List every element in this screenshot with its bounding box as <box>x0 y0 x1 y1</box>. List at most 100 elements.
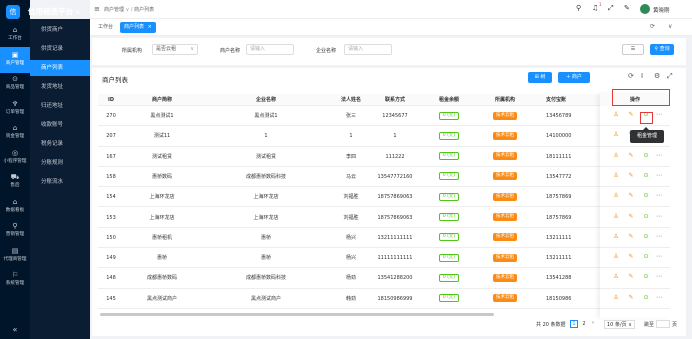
edit-icon[interactable]: ✎ <box>627 213 635 221</box>
more-icon[interactable]: ⋯ <box>655 192 663 200</box>
settings-icon[interactable]: ⚙ <box>654 72 660 80</box>
horizontal-scrollbar[interactable] <box>100 313 494 316</box>
rail-item-promo[interactable]: ⚲ 营销管理 <box>0 218 30 244</box>
collapse-icon[interactable]: « <box>0 325 30 334</box>
more-icon[interactable]: ⋯ <box>655 111 663 119</box>
refresh-icon[interactable]: ⟳ <box>650 23 655 30</box>
edit-icon[interactable]: ✎ <box>627 192 635 200</box>
promo-icon: ⚲ <box>12 222 18 230</box>
cell-company: 黑点测试商户 <box>250 295 281 302</box>
edit-icon[interactable]: ✎ <box>627 172 635 180</box>
org-tag: 技术云租 <box>493 294 517 303</box>
breadcrumb-item-merchant[interactable]: 商户管理 <box>104 7 124 13</box>
tree-button[interactable]: ⊞ 树 <box>528 72 552 83</box>
next-page-icon[interactable]: › <box>592 320 594 326</box>
page-size-select[interactable]: 10 条/页 ∨ <box>604 320 635 329</box>
user-icon[interactable]: ♙ <box>612 233 620 241</box>
column-height-icon[interactable]: Ⅰ <box>641 72 643 80</box>
rail-label: 工作台 <box>8 36 22 41</box>
menu-toggle-icon[interactable]: ≡ <box>94 5 100 13</box>
user-icon[interactable]: ♙ <box>612 172 620 180</box>
submenu-item[interactable]: 归还地址 <box>30 98 90 114</box>
pin-icon[interactable]: ★ <box>76 10 80 16</box>
submenu-item[interactable]: 分账规则 <box>30 155 90 171</box>
refresh-icon[interactable]: ⟳ <box>628 72 634 80</box>
goto-input[interactable] <box>656 320 670 328</box>
rent-manage-icon[interactable]: ⊙ <box>642 213 650 221</box>
rail-item-agent[interactable]: ▤ 代理商管理 <box>0 243 30 269</box>
cell-company: 成都惠桥数码科技 <box>245 173 286 180</box>
user-icon[interactable]: ♙ <box>612 294 620 302</box>
submenu-item[interactable]: 分账流水 <box>30 174 90 190</box>
submenu-item[interactable]: 税务记录 <box>30 136 90 152</box>
bell-icon[interactable]: ♫ <box>592 4 598 12</box>
rail-item-miniapp[interactable]: ◎ 小程序管理 <box>0 145 30 171</box>
user-icon[interactable]: ♙ <box>612 273 620 281</box>
highlight-box-small <box>640 112 653 124</box>
rail-item-goods[interactable]: ⊙ 商品管理 <box>0 71 30 97</box>
cell-legal: 马云 <box>345 173 356 180</box>
tab-merchant-list[interactable]: 商户列表 × <box>120 22 156 33</box>
rent-manage-icon[interactable]: ⊙ <box>642 273 650 281</box>
name-input[interactable]: 请输入 <box>246 44 294 55</box>
org-select[interactable]: 是否云租 ∨ <box>152 44 198 55</box>
more-icon[interactable]: ⋯ <box>655 273 663 281</box>
more-icon[interactable]: ⋯ <box>655 294 663 302</box>
more-icon[interactable]: ⋯ <box>655 172 663 180</box>
edit-icon[interactable]: ✎ <box>627 273 635 281</box>
submenu-item[interactable]: 供货商户 <box>30 22 90 38</box>
user-icon[interactable]: ♙ <box>612 192 620 200</box>
more-icon[interactable]: ⋯ <box>655 253 663 261</box>
submenu-item[interactable]: 发货地址 <box>30 79 90 95</box>
company-input[interactable]: 请输入 <box>344 44 392 55</box>
theme-icon[interactable]: ✎ <box>624 4 630 12</box>
rail-item-system[interactable]: ⚐ 系统管理 <box>0 267 30 293</box>
user-icon[interactable]: ♙ <box>612 152 620 160</box>
avatar[interactable] <box>640 4 650 14</box>
rail-item-dashboard[interactable]: ⌂ 数据看板 <box>0 194 30 220</box>
chevron-down-icon[interactable]: ∨ <box>668 23 672 30</box>
grid-toggle-button[interactable]: ☰ <box>622 44 644 55</box>
user-icon[interactable]: ♙ <box>612 131 620 139</box>
add-merchant-button[interactable]: + 商户 <box>558 72 590 83</box>
cell-balance: 0 (元) <box>420 168 478 186</box>
rent-manage-icon[interactable]: ⊙ <box>642 152 650 160</box>
search-button[interactable]: ⚲ 查询 <box>650 44 674 55</box>
user-icon[interactable]: ♙ <box>612 111 620 119</box>
rent-manage-icon[interactable]: ⊙ <box>642 192 650 200</box>
rail-item-order[interactable]: ♆ 订单管理 <box>0 96 30 122</box>
rail-item-finance[interactable]: ⌂ 资金管理 <box>0 120 30 146</box>
edit-icon[interactable]: ✎ <box>627 111 635 119</box>
cell-alipay: 18757869 <box>546 214 572 221</box>
more-icon[interactable]: ⋯ <box>655 233 663 241</box>
page-1[interactable]: 1 <box>570 320 578 328</box>
user-icon[interactable]: ♙ <box>612 213 620 221</box>
rent-manage-icon[interactable]: ⊙ <box>642 233 650 241</box>
more-icon[interactable]: ⋯ <box>655 152 663 160</box>
rail-label: 售后 <box>10 183 20 188</box>
page-2[interactable]: 2 <box>580 320 588 328</box>
rent-manage-icon[interactable]: ⊙ <box>642 172 650 180</box>
cell-short: 黑点测试1 <box>150 113 174 119</box>
submenu-item[interactable]: 商户列表 <box>30 60 90 76</box>
rent-manage-icon[interactable]: ⊙ <box>642 294 650 302</box>
close-icon[interactable]: × <box>148 24 152 30</box>
rail-item-aftersale[interactable]: ⛟ 售后 <box>0 169 30 195</box>
cell-phone: 13211111111 <box>377 234 413 241</box>
submenu-item[interactable]: 收款账号 <box>30 117 90 133</box>
fullscreen-icon[interactable]: ⤢ <box>608 4 614 13</box>
user-name[interactable]: 黄晓刚 <box>653 6 670 14</box>
tab-workbench[interactable]: 工作台 <box>94 22 117 33</box>
rail-item-merchant[interactable]: ▣ 商户管理 <box>0 46 30 73</box>
search-icon[interactable]: ⚲ <box>576 4 581 12</box>
user-icon[interactable]: ♙ <box>612 253 620 261</box>
submenu-item[interactable]: 供货记录 <box>30 41 90 57</box>
rent-manage-icon[interactable]: ⊙ <box>642 253 650 261</box>
more-icon[interactable]: ⋯ <box>655 213 663 221</box>
edit-icon[interactable]: ✎ <box>627 253 635 261</box>
fullscreen-icon[interactable]: ⤢ <box>667 72 673 81</box>
rail-item-workbench[interactable]: ⌂ 工作台 <box>0 22 30 48</box>
edit-icon[interactable]: ✎ <box>627 233 635 241</box>
edit-icon[interactable]: ✎ <box>627 294 635 302</box>
edit-icon[interactable]: ✎ <box>627 152 635 160</box>
